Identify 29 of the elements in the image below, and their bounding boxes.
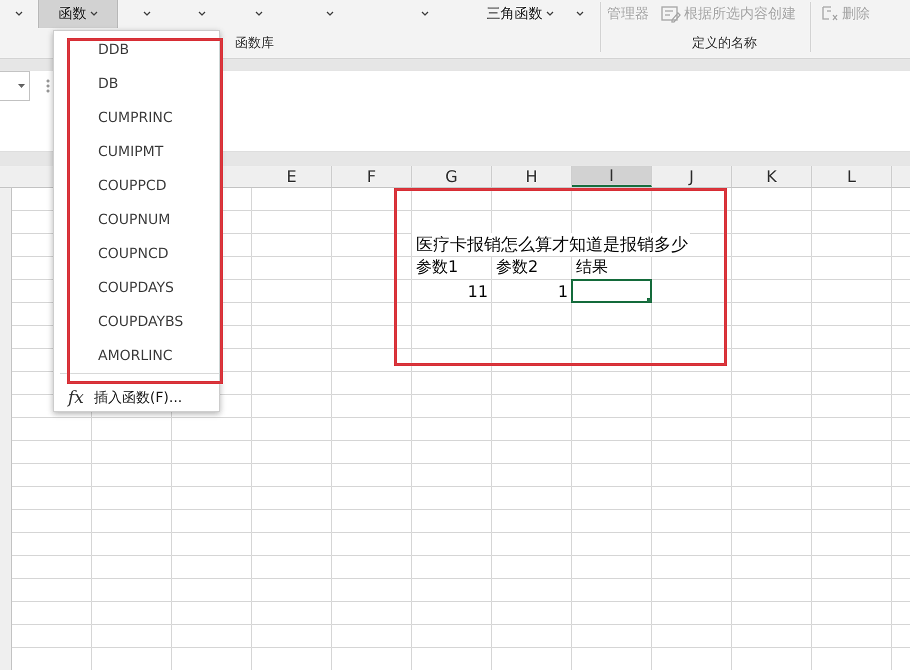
group-label: 定义的名称 — [692, 35, 757, 52]
column-header[interactable]: G — [412, 166, 492, 187]
column-header[interactable]: I — [572, 166, 652, 187]
column-header[interactable]: E — [252, 166, 332, 187]
menu-item[interactable]: DDB — [72, 42, 218, 58]
column-header[interactable]: F — [332, 166, 412, 187]
group-label: 函数库 — [235, 35, 274, 52]
column-header[interactable]: J — [652, 166, 732, 187]
function-icon: fx — [68, 388, 84, 408]
dropdown-button[interactable]: 函数 — [38, 0, 118, 28]
menu-item[interactable]: CUMPRINC — [72, 110, 218, 126]
menu-item[interactable]: COUPNCD — [72, 246, 218, 262]
number-cell-text: 11 — [466, 282, 489, 303]
menu-item[interactable]: DB — [72, 76, 218, 92]
insert-function-item[interactable]: fx 插入函数(F)... — [54, 386, 219, 410]
menu-item[interactable]: CUMIPMT — [72, 144, 218, 160]
menu-item[interactable]: COUPPCD — [72, 178, 218, 194]
column-header[interactable]: L — [812, 166, 892, 187]
dropdown-button[interactable]: 三角函数 — [480, 0, 560, 28]
label-cell-text: 结果 — [575, 257, 609, 278]
column-header[interactable]: K — [732, 166, 812, 187]
label-cell-text: 参数1 — [415, 257, 460, 278]
menu-item[interactable]: AMORLINC — [72, 348, 218, 364]
menu-item[interactable]: COUPDAYBS — [72, 314, 218, 330]
menu-item[interactable]: COUPNUM — [72, 212, 218, 228]
label-cell-text: 参数2 — [495, 257, 540, 278]
number-cell-text: 1 — [556, 282, 569, 303]
title-text: 医疗卡报销怎么算才知道是报销多少 — [412, 233, 690, 256]
menu-item[interactable]: COUPDAYS — [72, 280, 218, 296]
